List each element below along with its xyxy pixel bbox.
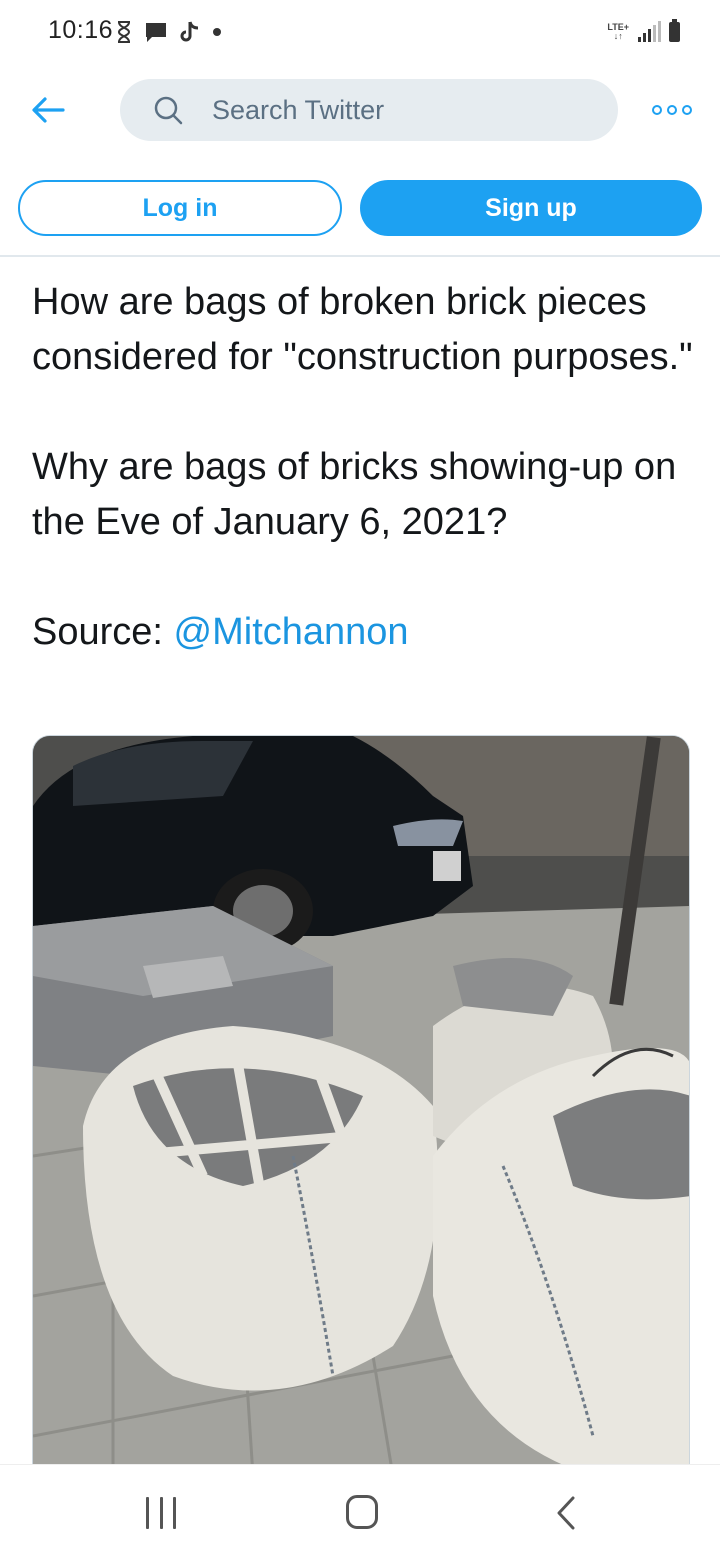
auth-buttons: Log in Sign up <box>0 180 720 236</box>
login-button[interactable]: Log in <box>18 180 342 236</box>
tweet-paragraph-1: How are bags of broken brick pieces cons… <box>32 281 693 378</box>
system-nav-bar <box>0 1464 720 1560</box>
tweet-text: How are bags of broken brick pieces cons… <box>32 275 702 660</box>
back-button[interactable] <box>28 90 68 130</box>
arrow-left-icon <box>32 97 65 123</box>
search-placeholder: Search Twitter <box>212 94 385 125</box>
hourglass-icon <box>117 21 131 43</box>
header: Search Twitter <box>0 76 720 146</box>
network-type: LTE+ ↓↑ <box>607 22 629 41</box>
status-icons-right: LTE+ ↓↑ <box>607 18 680 46</box>
more-options-button[interactable] <box>652 98 692 122</box>
message-icon <box>146 23 166 42</box>
status-time: 10:16 <box>48 16 114 44</box>
signal-icon <box>638 21 661 42</box>
source-label: Source: <box>32 611 174 653</box>
screen: 10:16 LTE+ ↓↑ Search Twitter Log in Sign… <box>0 0 720 1560</box>
search-icon <box>154 96 183 125</box>
more-options-icon <box>652 105 662 115</box>
back-icon[interactable] <box>554 1495 578 1531</box>
signup-button[interactable]: Sign up <box>360 180 702 236</box>
tweet-source: Source: @Mitchannon <box>32 605 702 660</box>
battery-icon <box>669 19 680 42</box>
divider <box>0 255 720 257</box>
tweet-paragraph-2: Why are bags of bricks showing-up on the… <box>32 446 677 543</box>
status-icons-left <box>116 19 222 45</box>
recents-icon[interactable] <box>146 1497 176 1529</box>
mention-link[interactable]: @Mitchannon <box>174 611 409 653</box>
home-icon[interactable] <box>346 1495 378 1529</box>
photo-illustration <box>33 736 689 1474</box>
tweet-photo[interactable] <box>32 735 690 1475</box>
notification-dot-icon <box>213 28 221 36</box>
search-input[interactable]: Search Twitter <box>120 79 618 141</box>
tiktok-icon <box>180 21 199 42</box>
status-bar: 10:16 LTE+ ↓↑ <box>0 0 720 64</box>
